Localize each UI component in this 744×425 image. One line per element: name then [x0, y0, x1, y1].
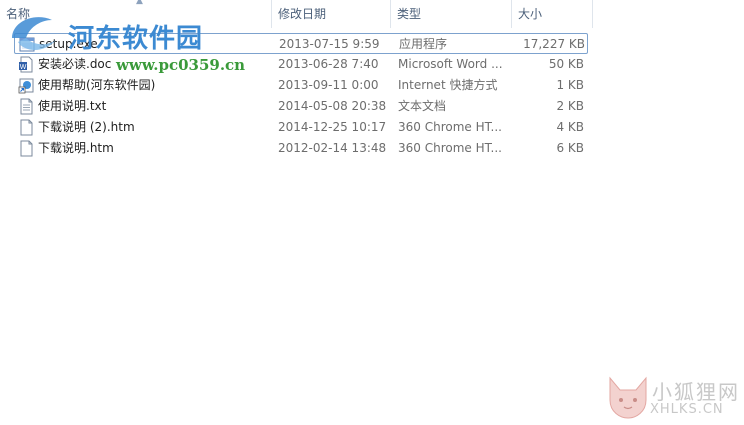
- htm-file-icon: [20, 119, 33, 136]
- column-header-size-label: 大小: [518, 7, 543, 21]
- file-type: Microsoft Word ...: [398, 57, 503, 71]
- bottom-watermark: 小狐狸网 XHLKS.CN: [600, 370, 744, 425]
- file-type: 文本文档: [398, 99, 447, 113]
- file-name: 使用说明.txt: [38, 99, 107, 113]
- file-date: 2013-09-11 0:00: [278, 78, 379, 92]
- column-header-date-label: 修改日期: [278, 7, 327, 21]
- text-file-icon: [20, 98, 33, 115]
- watermark-site-url: www.pc0359.cn: [116, 56, 246, 74]
- file-date: 2012-02-14 13:48: [278, 141, 387, 155]
- fox-logo-icon: [609, 376, 647, 419]
- column-header-date[interactable]: 修改日期: [272, 0, 390, 28]
- file-size: 4 KB: [556, 120, 584, 134]
- file-date: 2014-12-25 10:17: [278, 120, 387, 134]
- watermark-en-text: XHLKS.CN: [650, 402, 724, 417]
- file-row[interactable]: 使用说明.txt 2014-05-08 20:38 文本文档 2 KB: [14, 96, 588, 117]
- file-size: 17,227 KB: [523, 37, 585, 51]
- file-size: 50 KB: [548, 57, 584, 71]
- internet-shortcut-icon: [18, 78, 34, 94]
- watermark-site-name: 河东软件园: [68, 24, 204, 54]
- file-name: 下载说明.htm: [38, 141, 114, 155]
- file-type: 应用程序: [399, 37, 448, 51]
- htm-file-icon: [20, 140, 33, 157]
- sort-ascending-icon: ▲: [136, 0, 143, 6]
- file-size: 1 KB: [556, 78, 584, 92]
- file-type: 360 Chrome HT...: [398, 141, 502, 155]
- file-date: 2013-07-15 9:59: [279, 37, 380, 51]
- column-divider[interactable]: [592, 0, 593, 28]
- column-header-size[interactable]: 大小: [512, 0, 592, 28]
- column-header-type-label: 类型: [397, 7, 422, 21]
- file-size: 6 KB: [556, 141, 584, 155]
- site-watermark: 河东软件园 www.pc0359.cn: [4, 8, 245, 74]
- file-row[interactable]: 使用帮助(河东软件园) 2013-09-11 0:00 Internet 快捷方…: [14, 75, 588, 96]
- file-name: 使用帮助(河东软件园): [38, 78, 156, 92]
- file-size: 2 KB: [556, 99, 584, 113]
- file-date: 2013-06-28 7:40: [278, 57, 379, 71]
- site-logo-icon: [12, 17, 56, 50]
- watermark-cn-text: 小狐狸网: [652, 380, 740, 404]
- file-type: Internet 快捷方式: [398, 78, 498, 92]
- file-date: 2014-05-08 20:38: [278, 99, 387, 113]
- file-row[interactable]: 下载说明 (2).htm 2014-12-25 10:17 360 Chrome…: [14, 117, 588, 138]
- column-header-type[interactable]: 类型: [391, 0, 511, 28]
- file-row[interactable]: 下载说明.htm 2012-02-14 13:48 360 Chrome HT.…: [14, 138, 588, 159]
- file-type: 360 Chrome HT...: [398, 120, 502, 134]
- file-name: 下载说明 (2).htm: [38, 120, 135, 134]
